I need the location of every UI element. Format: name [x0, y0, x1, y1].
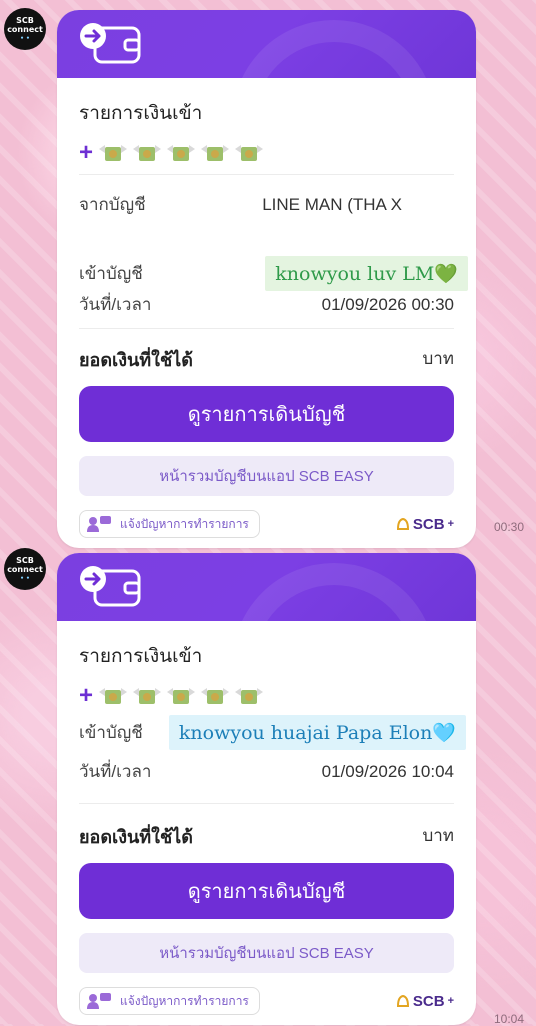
balance-unit: บาท: [422, 349, 454, 368]
report-problem-label: แจ้งปัญหาการทำรายการ: [120, 993, 249, 1008]
to-account-label: เข้าบัญชี: [79, 264, 143, 283]
report-problem-button[interactable]: แจ้งปัญหาการทำรายการ: [79, 510, 260, 538]
report-problem-label: แจ้งปัญหาการทำรายการ: [120, 516, 249, 531]
plus-sign: +: [79, 682, 94, 709]
datetime-row: วันที่/เวลา 01/09/2026 00:30: [79, 291, 454, 318]
brand-name: SCB: [412, 515, 445, 533]
report-problem-icon: [87, 516, 111, 532]
flying-money-icon: [235, 688, 264, 704]
avatar-dots: • •: [20, 34, 30, 42]
avatar-line2: connect: [7, 564, 43, 574]
flying-money-icon: [167, 145, 196, 161]
balance-row: ยอดเงินที่ใช้ได้ บาท: [79, 822, 454, 851]
card-header: [57, 553, 476, 621]
avatar-line1: SCB: [16, 555, 34, 565]
flying-money-icon: [201, 145, 230, 161]
avatar-dots: • •: [20, 574, 30, 582]
to-account-row: เข้าบัญชี knowyou huajai Papa Elon🩵: [79, 715, 466, 750]
balance-row: ยอดเงินที่ใช้ได้ บาท: [79, 345, 454, 374]
scb-brand: SCB +: [396, 516, 454, 533]
scb-easy-button[interactable]: หน้ารวมบัญชีบนแอป SCB EASY: [79, 456, 454, 496]
flying-money-icon: [201, 688, 230, 704]
datetime-label: วันที่/เวลา: [79, 295, 152, 314]
card-header: [57, 10, 476, 78]
report-problem-icon: [87, 993, 111, 1009]
scb-brand: SCB +: [396, 993, 454, 1010]
view-statement-button[interactable]: ดูรายการเดินบัญชี: [79, 863, 454, 919]
scb-bell-icon: [396, 517, 409, 530]
scb-easy-button[interactable]: หน้ารวมบัญชีบนแอป SCB EASY: [79, 933, 454, 973]
avatar-line2: connect: [7, 24, 43, 34]
avatar-line1: SCB: [16, 15, 34, 25]
balance-label: ยอดเงินที่ใช้ได้: [79, 350, 193, 370]
datetime-row: วันที่/เวลา 01/09/2026 10:04: [79, 758, 454, 785]
money-emoji-row: +: [79, 138, 454, 168]
wallet-arrow-icon: [80, 566, 141, 607]
money-emoji-row: +: [79, 681, 454, 711]
divider: [79, 803, 454, 804]
balance-label: ยอดเงินที่ใช้ได้: [79, 827, 193, 847]
plus-sign: +: [79, 139, 94, 166]
view-statement-button[interactable]: ดูรายการเดินบัญชี: [79, 386, 454, 442]
flying-money-icon: [133, 688, 162, 704]
from-account-value: LINE MAN (THA X: [262, 194, 402, 214]
wallet-arrow-icon: [80, 23, 141, 64]
message-time: 00:30: [493, 520, 524, 534]
brand-plus: +: [447, 518, 454, 530]
card-footer: แจ้งปัญหาการทำรายการ SCB +: [79, 510, 454, 538]
flying-money-icon: [167, 688, 196, 704]
to-account-value: knowyou luv LM💚: [265, 256, 468, 291]
datetime-value: 01/09/2026 00:30: [321, 294, 454, 314]
divider: [79, 174, 454, 175]
datetime-label: วันที่/เวลา: [79, 762, 152, 781]
flying-money-icon: [235, 145, 264, 161]
brand-plus: +: [447, 995, 454, 1007]
header-decoration: [232, 20, 436, 78]
datetime-value: 01/09/2026 10:04: [321, 761, 454, 781]
transaction-title: รายการเงินเข้า: [79, 103, 203, 124]
to-account-label: เข้าบัญชี: [79, 723, 143, 742]
message-card-1: รายการเงินเข้า + จากบัญชี LINE MAN (THA …: [57, 10, 476, 548]
message-card-2: รายการเงินเข้า + เข้าบัญชี knowyou huaja…: [57, 553, 476, 1025]
sender-avatar[interactable]: SCB connect • •: [4, 8, 46, 50]
card-footer: แจ้งปัญหาการทำรายการ SCB +: [79, 987, 454, 1015]
from-account-row: จากบัญชี LINE MAN (THA X: [79, 191, 454, 218]
from-account-label: จากบัญชี: [79, 195, 146, 214]
sender-avatar[interactable]: SCB connect • •: [4, 548, 46, 590]
scb-bell-icon: [396, 994, 409, 1007]
report-problem-button[interactable]: แจ้งปัญหาการทำรายการ: [79, 987, 260, 1015]
header-decoration: [232, 563, 436, 621]
flying-money-icon: [133, 145, 162, 161]
to-account-row: เข้าบัญชี knowyou luv LM💚: [79, 256, 468, 291]
divider: [79, 328, 454, 329]
flying-money-icon: [99, 688, 128, 704]
brand-name: SCB: [412, 992, 445, 1010]
transaction-title: รายการเงินเข้า: [79, 646, 203, 667]
balance-unit: บาท: [422, 826, 454, 845]
flying-money-icon: [99, 145, 128, 161]
to-account-value: knowyou huajai Papa Elon🩵: [168, 715, 466, 750]
